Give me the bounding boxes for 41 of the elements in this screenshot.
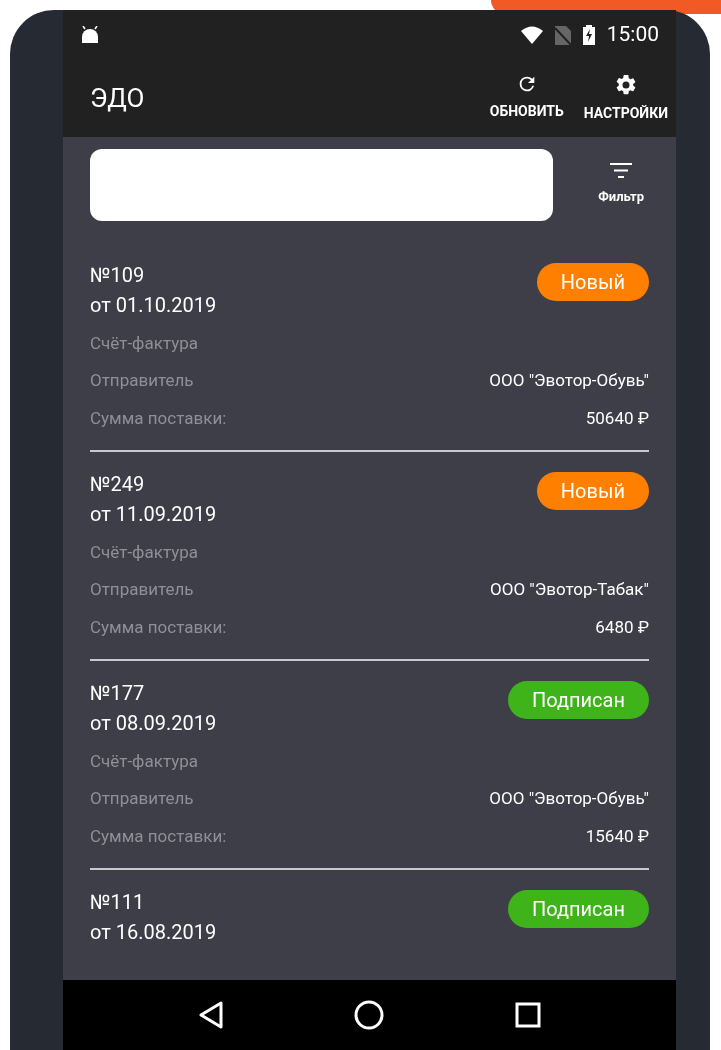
battery-charging-icon bbox=[582, 25, 595, 45]
wifi-icon bbox=[520, 26, 543, 44]
document-date: от 11.09.2019 bbox=[90, 502, 217, 526]
document-date: от 01.10.2019 bbox=[90, 293, 217, 317]
document-date: от 08.09.2019 bbox=[90, 711, 217, 735]
document-date: от 16.08.2019 bbox=[90, 920, 217, 944]
recent-apps-icon[interactable] bbox=[514, 1002, 541, 1028]
document-type: Счёт-фактура bbox=[90, 541, 199, 564]
status-badge: Новый bbox=[536, 472, 649, 510]
status-badge: Новый bbox=[536, 263, 649, 301]
sum-value: 6480 ₽ bbox=[595, 616, 649, 639]
document-number: №111 bbox=[90, 890, 146, 914]
app-title: ЭДО bbox=[90, 82, 145, 115]
filter-icon bbox=[610, 163, 633, 180]
document-number: №177 bbox=[90, 681, 146, 705]
sender-name: ООО "Эвотор-Табак" bbox=[490, 578, 649, 601]
document-number: №249 bbox=[90, 472, 146, 496]
sender-label: Отправитель bbox=[90, 787, 194, 810]
sum-value: 50640 ₽ bbox=[585, 407, 649, 430]
sender-name: ООО "Эвотор-Обувь" bbox=[489, 787, 649, 810]
sender-label: Отправитель bbox=[90, 578, 194, 601]
sum-value: 15640 ₽ bbox=[585, 825, 649, 848]
document-type: Счёт-фактура bbox=[90, 750, 199, 773]
status-badge: Подписан bbox=[508, 681, 649, 719]
sender-name: ООО "Эвотор-Обувь" bbox=[489, 369, 649, 392]
clock-text: 15:00 bbox=[606, 21, 659, 49]
status-badge: Подписан bbox=[508, 890, 649, 928]
back-icon[interactable] bbox=[198, 1001, 225, 1029]
filter-button[interactable]: Фильтр bbox=[598, 163, 644, 207]
document-number: №109 bbox=[90, 263, 146, 287]
search-field[interactable] bbox=[90, 149, 553, 221]
sum-label: Сумма поставки: bbox=[90, 616, 227, 639]
android-icon bbox=[80, 26, 100, 44]
home-icon[interactable] bbox=[354, 1000, 385, 1030]
sender-label: Отправитель bbox=[90, 369, 194, 392]
refresh-button[interactable]: ОБНОВИТЬ bbox=[489, 73, 564, 122]
no-sim-icon bbox=[554, 25, 571, 45]
sum-label: Сумма поставки: bbox=[90, 407, 227, 430]
document-type: Счёт-фактура bbox=[90, 332, 199, 355]
settings-button[interactable]: НАСТРОЙКИ bbox=[583, 73, 668, 124]
sum-label: Сумма поставки: bbox=[90, 825, 227, 848]
